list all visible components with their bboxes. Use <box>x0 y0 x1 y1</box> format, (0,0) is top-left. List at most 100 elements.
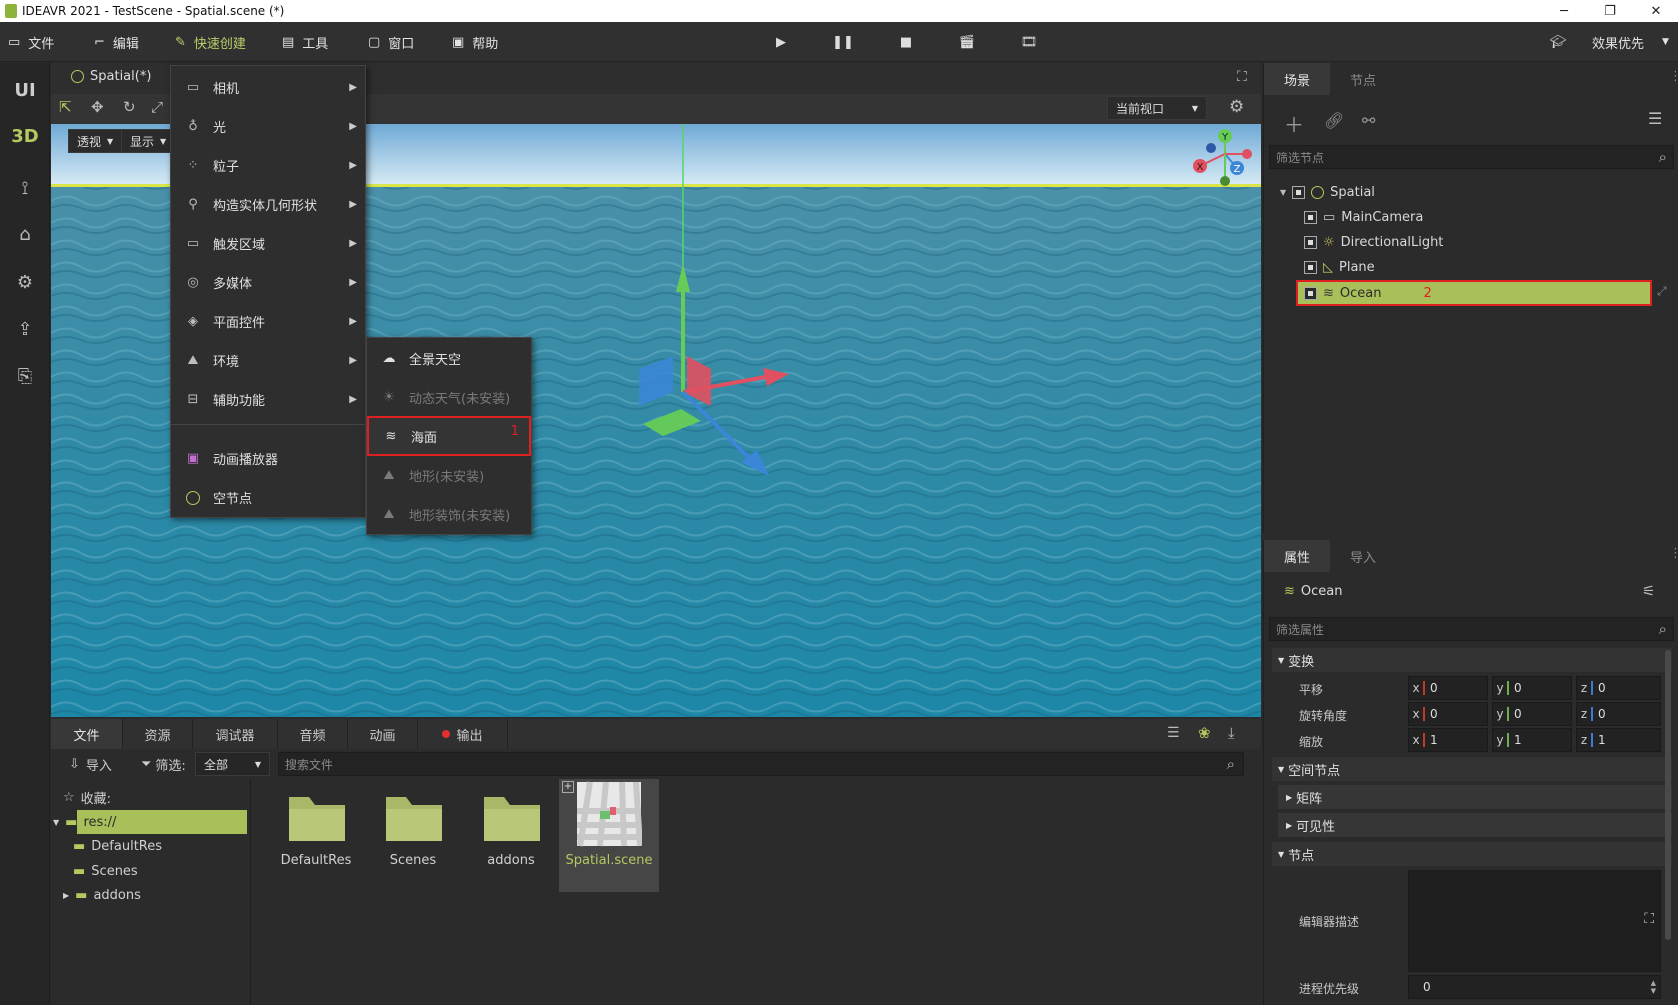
rotation-z-field[interactable]: z0 <box>1576 702 1661 726</box>
tab-resources[interactable]: 资源 <box>123 719 193 749</box>
chevron-down-icon[interactable]: ▼ <box>1280 188 1286 197</box>
scale-tool-icon[interactable]: ⤢ <box>151 98 163 116</box>
move-tool-icon[interactable]: ✥ <box>91 98 104 116</box>
section-visibility[interactable]: ▶ 可见性 <box>1278 813 1672 837</box>
node-graph-icon[interactable]: ⟟ <box>0 173 50 203</box>
tab-output[interactable]: 输出 <box>418 719 508 749</box>
instance-icon[interactable]: ⚯ <box>1362 111 1375 130</box>
sliders-icon[interactable]: ⚟ <box>1642 582 1655 600</box>
menu-edit[interactable]: ⌐ 编辑 <box>94 22 139 62</box>
menu-item-camera[interactable]: ▭ 相机 ▶ <box>171 69 365 106</box>
rotation-x-field[interactable]: x0 <box>1408 702 1488 726</box>
menu-item-particles[interactable]: ⁘ 粒子 ▶ <box>171 147 365 184</box>
tab-node[interactable]: 节点 <box>1330 63 1396 95</box>
scale-y-field[interactable]: y1 <box>1492 728 1572 752</box>
tree-node-ocean[interactable]: ≋ Ocean 2 <box>1304 281 1432 305</box>
section-node[interactable]: ▼ 节点 <box>1272 842 1672 866</box>
stop-button[interactable]: ■ <box>895 32 917 52</box>
gear-icon[interactable]: ⚙ <box>1229 97 1244 117</box>
translate-z-field[interactable]: z0 <box>1576 676 1661 700</box>
visibility-toggle[interactable] <box>1292 185 1306 199</box>
export-icon[interactable]: ⇪ <box>0 314 50 344</box>
submenu-item-skybox[interactable]: ☁ 全景天空 <box>367 340 531 377</box>
ui-mode-button[interactable]: UI <box>0 75 50 105</box>
visibility-toggle[interactable] <box>1304 210 1317 224</box>
tree-item-res[interactable]: ▼ ▬ res:// <box>53 810 116 834</box>
menu-quick-create[interactable]: ✎ 快速创建 <box>175 22 246 62</box>
section-spatial-node[interactable]: ▼ 空间节点 <box>1272 757 1672 781</box>
tab-scene[interactable]: 场景 <box>1264 63 1330 95</box>
menu-item-trigger[interactable]: ▭ 触发区域 ▶ <box>171 225 365 262</box>
translate-x-field[interactable]: x0 <box>1408 676 1488 700</box>
display-dropdown[interactable]: 显示 ▼ <box>121 129 176 153</box>
tab-import[interactable]: 导入 <box>1330 540 1396 572</box>
section-matrix[interactable]: ▶ 矩阵 <box>1278 785 1672 809</box>
minimize-button[interactable]: ─ <box>1542 0 1586 22</box>
restore-button[interactable]: ❐ <box>1588 0 1632 22</box>
play-scene-button[interactable]: 🎬︎ <box>956 32 978 52</box>
menu-item-media[interactable]: ◎ 多媒体 ▶ <box>171 264 365 301</box>
tree-item-scenes[interactable]: ▬ Scenes <box>73 859 138 883</box>
search-icon[interactable]: ⌕ <box>1659 620 1667 638</box>
menu-item-animation-player[interactable]: ▣ 动画播放器 <box>171 440 365 477</box>
menu-tools[interactable]: ▤ 工具 <box>282 22 328 62</box>
section-transform[interactable]: ▼ 变换 <box>1272 648 1672 672</box>
file-item-defaultres[interactable]: DefaultRes <box>266 787 366 868</box>
favorites-item[interactable]: ☆ 收藏: <box>63 785 111 809</box>
search-icon[interactable]: ⌕ <box>1227 755 1235 773</box>
play-custom-scene-button[interactable]: 🎞︎ <box>1018 32 1040 52</box>
expand-icon[interactable]: ⛶ <box>1644 911 1654 927</box>
menu-item-light[interactable]: ♁ 光 ▶ <box>171 108 365 145</box>
fullscreen-icon[interactable]: ⛶ <box>1237 69 1247 85</box>
import-button[interactable]: ⇩ 导入 <box>69 755 112 774</box>
menu-item-helper[interactable]: ⊟ 辅助功能 ▶ <box>171 381 365 418</box>
editor-description-textarea[interactable]: ⛶ <box>1408 870 1661 972</box>
perspective-dropdown[interactable]: 透视 ▼ <box>68 129 123 153</box>
current-view-dropdown[interactable]: 当前视口 ▼ <box>1107 96 1207 120</box>
tree-node-maincamera[interactable]: ▭ MainCamera <box>1304 205 1423 229</box>
3d-mode-button[interactable]: 3D <box>0 121 50 151</box>
close-button[interactable]: ✕ <box>1634 0 1678 22</box>
tab-properties[interactable]: 属性 <box>1264 540 1330 572</box>
search-icon[interactable]: ⌕ <box>1659 148 1667 166</box>
list-view-icon[interactable]: ☰ <box>1167 725 1180 741</box>
add-icon[interactable]: + <box>562 781 574 793</box>
menu-file[interactable]: ▭ 文件 <box>8 22 54 62</box>
file-item-addons[interactable]: addons <box>461 787 561 868</box>
scale-z-field[interactable]: z1 <box>1576 728 1661 752</box>
rotate-tool-icon[interactable]: ↻ <box>123 98 136 116</box>
file-item-spatial-scene[interactable]: + Spatial.scene <box>559 779 659 892</box>
visibility-toggle[interactable] <box>1304 235 1317 249</box>
graduation-cap-icon[interactable]: 🎓︎ <box>1547 32 1569 52</box>
store-icon[interactable]: ⌂ <box>0 219 50 249</box>
node-filter-input[interactable]: 筛选节点 ⌕ <box>1269 145 1674 169</box>
menu-item-empty-node[interactable]: 空节点 <box>171 479 365 516</box>
process-priority-spinbox[interactable]: 0 ▲ ▼ <box>1408 975 1661 999</box>
import-device-icon[interactable]: ⎘ <box>0 361 50 391</box>
menu-list-icon[interactable]: ☰ <box>1648 109 1662 128</box>
tree-node-directionallight[interactable]: ☼ DirectionalLight <box>1304 230 1443 254</box>
more-vertical-icon[interactable]: ⋮ <box>1669 69 1678 84</box>
play-button[interactable]: ▶ <box>770 32 792 52</box>
menu-item-geometry[interactable]: ⚲ 构造实体几何形状 ▶ <box>171 186 365 223</box>
file-item-scenes[interactable]: Scenes <box>363 787 463 868</box>
menu-item-control[interactable]: ◈ 平面控件 ▶ <box>171 303 365 340</box>
grid-view-icon[interactable]: ❀ <box>1198 724 1211 742</box>
quality-dropdown[interactable]: 效果优先 ▼ <box>1592 22 1669 62</box>
tree-node-spatial[interactable]: ▼ Spatial <box>1280 180 1375 204</box>
tree-item-defaultres[interactable]: ▬ DefaultRes <box>73 834 162 858</box>
spinner-icon[interactable]: ▲ ▼ <box>1651 979 1656 995</box>
scale-x-field[interactable]: x1 <box>1408 728 1488 752</box>
file-search-input[interactable]: 搜索文件 ⌕ <box>278 752 1244 776</box>
tab-audio[interactable]: 音频 <box>278 719 348 749</box>
script-icon[interactable]: ⤢ <box>1657 284 1667 299</box>
visibility-toggle[interactable] <box>1304 286 1317 300</box>
properties-scrollbar[interactable] <box>1665 650 1671 940</box>
settings-window-icon[interactable]: ⚙ <box>0 267 50 297</box>
link-icon[interactable]: 🔗︎ <box>1324 111 1344 130</box>
download-icon[interactable]: ⤓ <box>1228 724 1235 742</box>
pause-button[interactable]: ❚❚ <box>832 32 854 52</box>
rotation-y-field[interactable]: y0 <box>1492 702 1572 726</box>
submenu-item-ocean[interactable]: ≋ 海面 1 <box>367 416 531 456</box>
tab-files[interactable]: 文件 <box>51 719 123 749</box>
